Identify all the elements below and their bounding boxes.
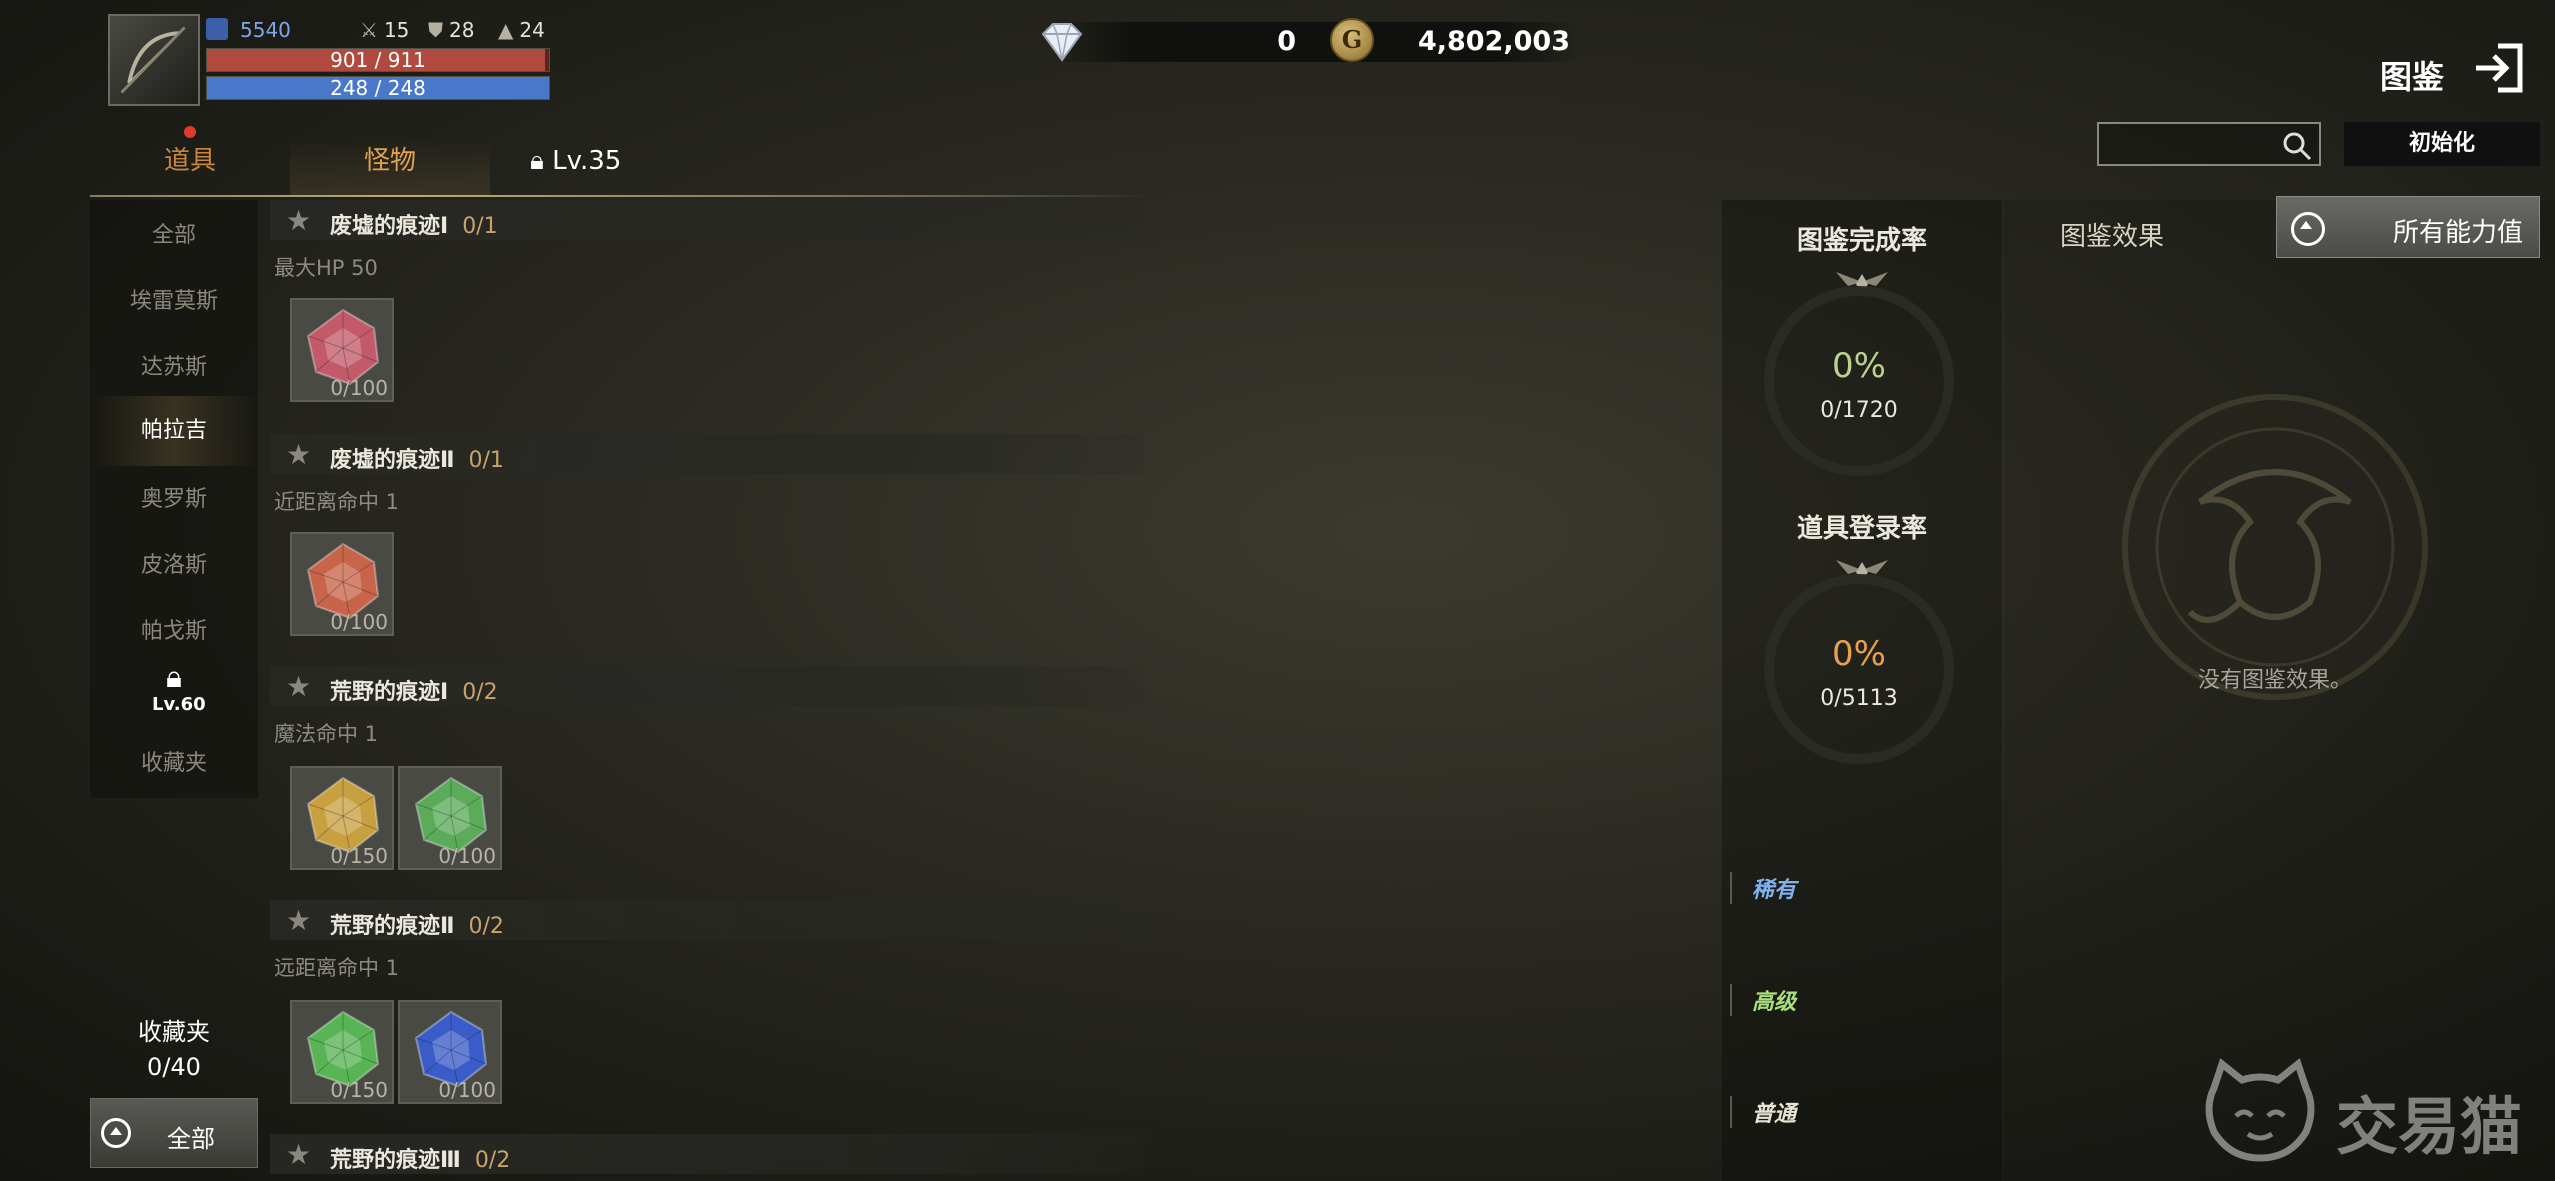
completion-fraction: 0/1720 bbox=[1820, 398, 1898, 423]
item-slot[interactable]: 0/150 bbox=[290, 766, 394, 870]
item-slot[interactable]: 0/150 bbox=[290, 1000, 394, 1104]
bow-icon bbox=[120, 26, 186, 94]
character-portrait[interactable] bbox=[108, 14, 200, 106]
entry-stat: 魔法命中 1 bbox=[274, 722, 379, 746]
completion-rate-ring: 0% 0/1720 bbox=[1764, 286, 1954, 476]
lock-icon: 🔒︎ bbox=[166, 660, 182, 695]
attack-stat: ⚔ 15 bbox=[360, 18, 410, 42]
cat-logo-icon bbox=[2205, 1058, 2315, 1162]
crossed-swords-icon: ⚔ bbox=[360, 18, 378, 42]
page-title: 图鉴 bbox=[2380, 58, 2445, 96]
search-input[interactable] bbox=[2097, 122, 2321, 166]
region-list: 全部 埃雷莫斯 达苏斯 帕拉吉 奥罗斯 皮洛斯 帕戈斯 🔒︎ Lv.60 收藏夹 bbox=[90, 200, 258, 798]
entry-header[interactable]: ★ 荒野的痕迹Ⅰ 0/2 bbox=[270, 666, 1145, 706]
star-icon[interactable]: ★ bbox=[286, 204, 311, 237]
entry-header[interactable]: ★ 荒野的痕迹Ⅱ 0/2 bbox=[270, 900, 1145, 940]
gold-count: 4,802,003 bbox=[1417, 26, 1570, 57]
registration-fraction: 0/5113 bbox=[1820, 686, 1898, 711]
region-item-all[interactable]: 全部 bbox=[90, 216, 258, 256]
tab-divider bbox=[90, 195, 1150, 197]
entry-stat: 近距离命中 1 bbox=[274, 490, 400, 514]
class-icon bbox=[206, 18, 228, 40]
gold-coin-icon: G bbox=[1330, 18, 1374, 62]
hp-bar: 901 / 911 bbox=[206, 48, 550, 72]
item-slot[interactable]: 0/100 bbox=[398, 766, 502, 870]
arrow-up-circle-icon bbox=[2291, 212, 2325, 246]
defense-stat: ⛊ 28 bbox=[428, 18, 475, 42]
entry-header[interactable]: ★ 废墟的痕迹Ⅰ 0/1 bbox=[270, 200, 1145, 240]
all-stats-button[interactable]: 所有能力值 bbox=[2276, 196, 2540, 258]
hp-text: 901 / 911 bbox=[330, 48, 426, 72]
favorites-count: 收藏夹 0/40 bbox=[138, 1018, 210, 1081]
star-icon[interactable]: ★ bbox=[286, 670, 311, 703]
star-icon[interactable]: ★ bbox=[286, 438, 311, 471]
region-item-dasus[interactable]: 达苏斯 bbox=[90, 348, 258, 388]
grade-advanced: 高级 bbox=[1730, 984, 1796, 1016]
empty-effects-message: 没有图鉴效果。 bbox=[2197, 668, 2352, 693]
region-item-favorites[interactable]: 收藏夹 bbox=[90, 744, 258, 784]
region-item-palagi[interactable]: 帕拉吉 bbox=[90, 396, 258, 466]
arrow-up-circle-icon bbox=[101, 1118, 131, 1148]
lock-icon: 🔒︎ bbox=[530, 146, 544, 176]
diamond-count: 0 bbox=[1277, 26, 1296, 57]
item-slot[interactable]: 0/100 bbox=[290, 532, 394, 636]
registration-percent: 0% bbox=[1832, 634, 1886, 674]
tab-monsters[interactable]: 怪物 bbox=[290, 140, 490, 196]
completion-rate-title: 图鉴完成率 bbox=[1796, 226, 1927, 256]
mp-text: 248 / 248 bbox=[330, 76, 426, 100]
filter-all-button[interactable]: 全部 bbox=[90, 1098, 258, 1168]
magic-stat: ▲ 24 bbox=[498, 18, 545, 42]
notification-dot bbox=[184, 126, 196, 138]
completion-percent: 0% bbox=[1832, 346, 1886, 386]
diamond-icon bbox=[1041, 23, 1083, 62]
region-locked[interactable]: 🔒︎ Lv.60 bbox=[152, 660, 206, 716]
entry-header[interactable]: ★ 荒野的痕迹Ⅲ 0/2 bbox=[270, 1134, 1145, 1174]
collection-rates-panel: 图鉴完成率 0% 0/1720 道具登录率 0% 0/5113 稀有 高级 普通 bbox=[1722, 200, 2002, 1181]
item-slot[interactable]: 0/100 bbox=[398, 1000, 502, 1104]
registration-rate-title: 道具登录率 bbox=[1796, 514, 1927, 544]
region-item-pagos[interactable]: 帕戈斯 bbox=[90, 612, 258, 652]
entry-stat: 最大HP 50 bbox=[274, 256, 378, 280]
tab-items[interactable]: 道具 bbox=[90, 126, 290, 196]
watermark-text: 交易猫 bbox=[2336, 1090, 2523, 1163]
hat-icon: ▲ bbox=[498, 18, 514, 42]
tab-locked[interactable]: 🔒︎ Lv.35 bbox=[530, 140, 660, 196]
reset-button[interactable]: 初始化 bbox=[2344, 122, 2540, 166]
grade-rare: 稀有 bbox=[1730, 872, 1796, 904]
watermark: 交易猫 bbox=[2200, 1058, 2540, 1168]
entry-stat: 远距离命中 1 bbox=[274, 956, 400, 980]
combat-power: 5540 bbox=[240, 18, 291, 42]
exit-icon[interactable] bbox=[2470, 40, 2526, 96]
star-icon[interactable]: ★ bbox=[286, 904, 311, 937]
item-slot[interactable]: 0/100 bbox=[290, 298, 394, 402]
grade-normal: 普通 bbox=[1730, 1096, 1796, 1128]
region-item-eremos[interactable]: 埃雷莫斯 bbox=[90, 282, 258, 322]
entry-header[interactable]: ★ 废墟的痕迹Ⅱ 0/1 bbox=[270, 434, 1145, 474]
region-item-oros[interactable]: 奥罗斯 bbox=[90, 480, 258, 520]
mp-bar: 248 / 248 bbox=[206, 76, 550, 100]
search-icon bbox=[2283, 132, 2312, 161]
shield-icon: ⛊ bbox=[428, 18, 443, 42]
region-item-piros[interactable]: 皮洛斯 bbox=[90, 546, 258, 586]
star-icon[interactable]: ★ bbox=[286, 1138, 311, 1171]
registration-rate-ring: 0% 0/5113 bbox=[1764, 574, 1954, 764]
tab-collection-effects[interactable]: 图鉴效果 bbox=[2060, 216, 2164, 253]
